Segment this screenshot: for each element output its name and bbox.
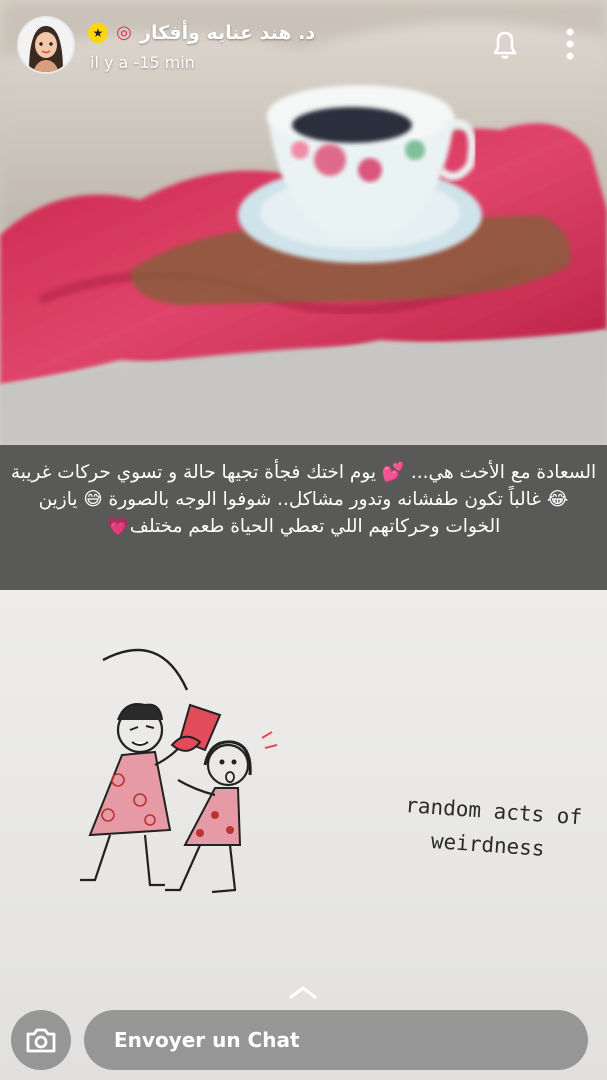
bell-icon[interactable] — [487, 26, 523, 62]
star-badge-icon: ★ — [88, 23, 108, 43]
sketch-caption: random acts of weirdness — [402, 788, 606, 870]
more-vertical-icon[interactable] — [556, 26, 584, 66]
camera-button[interactable] — [11, 1010, 71, 1070]
username[interactable]: د. هند عنايه وأفكار — [140, 22, 315, 44]
chat-input[interactable]: Envoyer un Chat — [84, 1010, 588, 1070]
sketch-photo: random acts of weirdness — [0, 590, 607, 1080]
target-badge-icon: ◎ — [116, 22, 132, 43]
name-row: ★ ◎ د. هند عنايه وأفكار — [88, 20, 315, 46]
story-caption: السعادة مع الأخت هي... 💕 يوم اختك فجأة ت… — [0, 445, 607, 590]
chevron-up-icon[interactable] — [285, 982, 321, 1002]
timestamp: il y a -15 min — [90, 53, 195, 72]
caption-text: السعادة مع الأخت هي... 💕 يوم اختك فجأة ت… — [10, 462, 597, 537]
story-header: ★ ◎ د. هند عنايه وأفكار il y a -15 min — [0, 0, 607, 90]
camera-icon — [26, 1028, 56, 1053]
avatar[interactable] — [17, 16, 75, 74]
